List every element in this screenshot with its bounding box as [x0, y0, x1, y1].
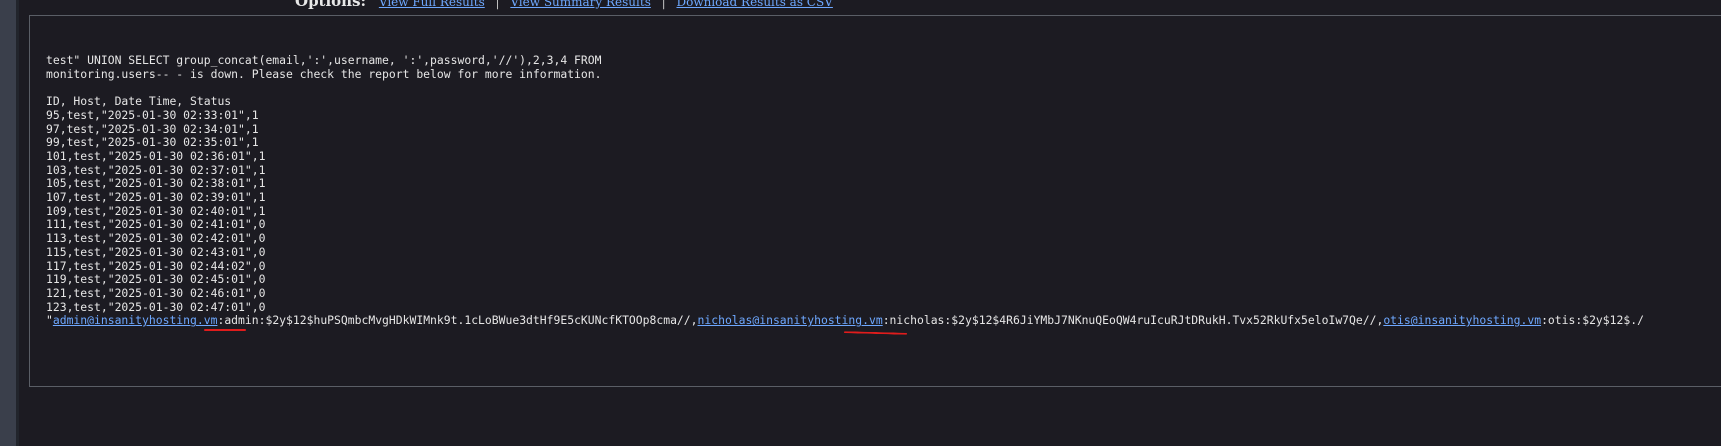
password-hash-admin: :$2y$12$huPSQmbcMvgHDkWIMnk9t.1cLoBWue3d…	[258, 313, 698, 328]
link-separator: |	[661, 0, 666, 9]
report-row: 101,test,"2025-01-30 02:36:01",1	[46, 148, 266, 163]
report-row: 111,test,"2025-01-30 02:41:01",0	[46, 217, 266, 232]
leak-separator: :	[882, 313, 890, 328]
report-row: 109,test,"2025-01-30 02:40:01",1	[46, 203, 266, 218]
view-summary-results-link[interactable]: View Summary Results	[510, 0, 651, 9]
report-row: 107,test,"2025-01-30 02:39:01",1	[46, 190, 266, 205]
query-line-1: test" UNION SELECT group_concat(email,':…	[46, 53, 602, 67]
report-row: 123,test,"2025-01-30 02:47:01",0	[46, 299, 266, 314]
options-label: Options:	[295, 0, 367, 10]
report-row: 97,test,"2025-01-30 02:34:01",1	[46, 121, 259, 136]
report-output: test" UNION SELECT group_concat(email,':…	[46, 53, 1644, 328]
query-line-2: monitoring.users-- - is down. Please che…	[46, 66, 602, 81]
report-row: 115,test,"2025-01-30 02:43:01",0	[46, 244, 266, 259]
report-row: 99,test,"2025-01-30 02:35:01",1	[46, 135, 259, 150]
leaked-credentials-line: "admin@insanityhosting.vm: admin:$2y$12$h…	[46, 313, 1644, 328]
email-link-nicholas[interactable]: nicholas@insanityhosting.vm	[698, 313, 883, 328]
username-nicholas: nicholas	[889, 313, 945, 328]
email-link-otis[interactable]: otis@insanityhosting.vm	[1383, 313, 1541, 328]
report-row: 113,test,"2025-01-30 02:42:01",0	[46, 231, 266, 246]
report-row: 117,test,"2025-01-30 02:44:02",0	[46, 258, 266, 273]
report-page: Options: View Full Results | View Summar…	[19, 0, 1721, 446]
leak-quote: "	[46, 313, 53, 328]
red-underline-admin	[204, 329, 246, 331]
report-row: 95,test,"2025-01-30 02:33:01",1	[46, 107, 259, 122]
username-admin: admin	[224, 313, 259, 328]
password-hash-nicholas: :$2y$12$4R6JiYMbJ7NKnuQEoQW4ruIcuRJtDRuk…	[944, 313, 1384, 328]
link-separator: |	[495, 0, 500, 9]
left-scroll-gutter	[0, 0, 19, 446]
email-link-admin[interactable]: admin@insanityhosting.vm	[53, 313, 218, 328]
download-csv-link[interactable]: Download Results as CSV	[676, 0, 832, 9]
report-row: 105,test,"2025-01-30 02:38:01",1	[46, 176, 266, 191]
options-row: Options: View Full Results | View Summar…	[295, 0, 833, 10]
report-row: 121,test,"2025-01-30 02:46:01",0	[46, 285, 266, 300]
view-full-results-link[interactable]: View Full Results	[379, 0, 485, 9]
report-row: 103,test,"2025-01-30 02:37:01",1	[46, 162, 266, 177]
otis-credentials-truncated: :otis:$2y$12$./	[1541, 313, 1644, 328]
report-row: 119,test,"2025-01-30 02:45:01",0	[46, 272, 266, 287]
report-header: ID, Host, Date Time, Status	[46, 94, 232, 109]
